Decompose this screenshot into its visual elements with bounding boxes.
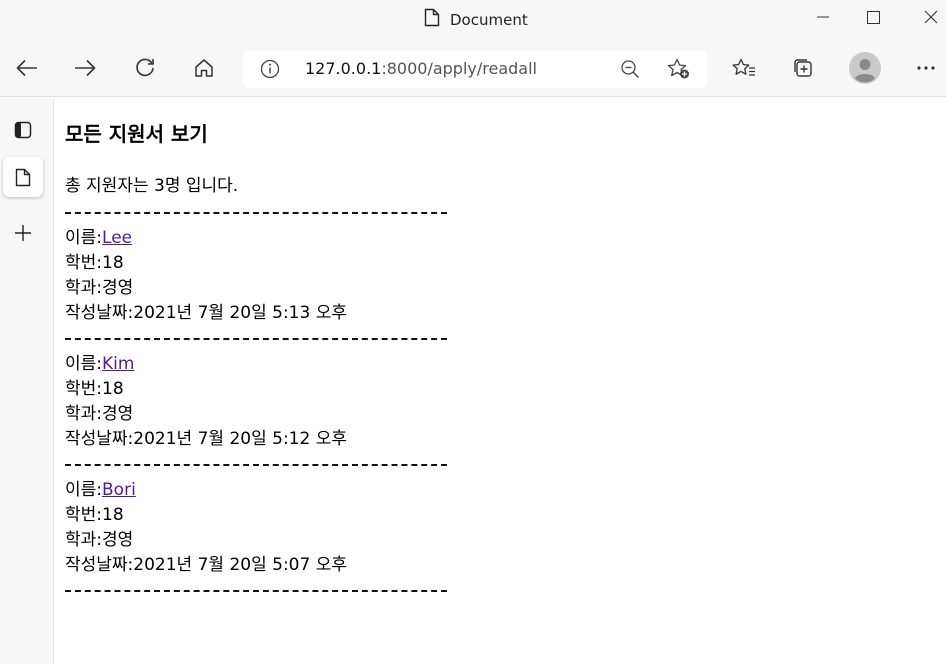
department-label: 학과: bbox=[65, 278, 103, 298]
tab-panel-icon bbox=[14, 121, 32, 139]
url-host: 127.0.0.1 bbox=[305, 59, 382, 78]
student-id-label: 학번: bbox=[65, 253, 103, 273]
settings-more-button[interactable] bbox=[908, 50, 944, 86]
student-id-label: 학번: bbox=[65, 505, 103, 525]
created-date-label: 작성날짜: bbox=[65, 303, 134, 323]
applicant-name-link[interactable]: Kim bbox=[102, 354, 134, 374]
home-icon bbox=[195, 59, 213, 77]
profile-button[interactable] bbox=[847, 50, 883, 86]
applicant-name-link[interactable]: Lee bbox=[102, 228, 132, 248]
add-favorite-icon[interactable] bbox=[667, 58, 691, 84]
collections-button[interactable] bbox=[785, 50, 821, 86]
created-date-value: 2021년 7월 20일 5:07 오후 bbox=[133, 555, 347, 575]
divider bbox=[65, 590, 447, 592]
forward-button[interactable] bbox=[67, 50, 103, 86]
student-id-value: 18 bbox=[102, 379, 124, 399]
refresh-icon bbox=[136, 58, 154, 77]
name-label: 이름: bbox=[65, 480, 103, 500]
created-date-label: 작성날짜: bbox=[65, 429, 134, 449]
student-id-label: 학번: bbox=[65, 379, 103, 399]
applicant-name-link[interactable]: Bori bbox=[102, 480, 136, 500]
vertical-tab-strip bbox=[0, 98, 54, 664]
tab-actions-button[interactable] bbox=[3, 110, 43, 150]
department-label: 학과: bbox=[65, 530, 103, 550]
favorites-button[interactable] bbox=[726, 50, 762, 86]
applicant-entry: 이름:Bori 학번:18 학과:경영 작성날짜:2021년 7월 20일 5:… bbox=[65, 478, 347, 578]
title-bar: Document bbox=[0, 0, 946, 40]
document-icon bbox=[15, 168, 31, 186]
student-id-value: 18 bbox=[102, 505, 124, 525]
zoom-out-icon[interactable] bbox=[620, 59, 640, 83]
window-title-area: Document bbox=[424, 8, 528, 31]
created-date-value: 2021년 7월 20일 5:12 오후 bbox=[133, 429, 347, 449]
department-value: 경영 bbox=[102, 404, 134, 424]
divider bbox=[65, 212, 447, 214]
name-label: 이름: bbox=[65, 228, 103, 248]
department-value: 경영 bbox=[102, 530, 134, 550]
page-title: 모든 지원서 보기 bbox=[65, 122, 208, 146]
applicant-entry: 이름:Lee 학번:18 학과:경영 작성날짜:2021년 7월 20일 5:1… bbox=[65, 226, 347, 326]
home-button[interactable] bbox=[186, 50, 222, 86]
window-title: Document bbox=[450, 10, 528, 29]
site-info-icon[interactable] bbox=[260, 59, 280, 83]
divider bbox=[65, 338, 447, 340]
back-button[interactable] bbox=[9, 50, 45, 86]
more-dots-icon bbox=[917, 66, 935, 70]
applicant-entry: 이름:Kim 학번:18 학과:경영 작성날짜:2021년 7월 20일 5:1… bbox=[65, 352, 347, 452]
collections-icon bbox=[794, 59, 812, 77]
avatar-icon bbox=[849, 52, 881, 84]
url-path: :8000/apply/readall bbox=[381, 59, 537, 78]
address-bar[interactable]: 127.0.0.1:8000/apply/readall bbox=[243, 50, 707, 88]
name-label: 이름: bbox=[65, 354, 103, 374]
refresh-button[interactable] bbox=[127, 50, 163, 86]
browser-toolbar: 127.0.0.1:8000/apply/readall bbox=[0, 40, 946, 97]
tab-document[interactable] bbox=[3, 157, 43, 197]
department-label: 학과: bbox=[65, 404, 103, 424]
favorites-icon bbox=[732, 58, 755, 76]
created-date-value: 2021년 7월 20일 5:13 오후 bbox=[133, 303, 347, 323]
divider bbox=[65, 464, 447, 466]
student-id-value: 18 bbox=[102, 253, 124, 273]
plus-icon bbox=[15, 225, 31, 241]
back-arrow-icon bbox=[16, 59, 37, 77]
close-button[interactable] bbox=[908, 2, 946, 32]
department-value: 경영 bbox=[102, 278, 134, 298]
forward-arrow-icon bbox=[75, 59, 96, 77]
applicant-count-text: 총 지원자는 3명 입니다. bbox=[65, 176, 239, 196]
new-tab-button[interactable] bbox=[3, 213, 43, 253]
created-date-label: 작성날짜: bbox=[65, 555, 134, 575]
url-text[interactable]: 127.0.0.1:8000/apply/readall bbox=[305, 59, 537, 78]
maximize-button[interactable] bbox=[850, 2, 896, 32]
minimize-button[interactable] bbox=[800, 2, 846, 32]
document-icon bbox=[424, 8, 440, 31]
